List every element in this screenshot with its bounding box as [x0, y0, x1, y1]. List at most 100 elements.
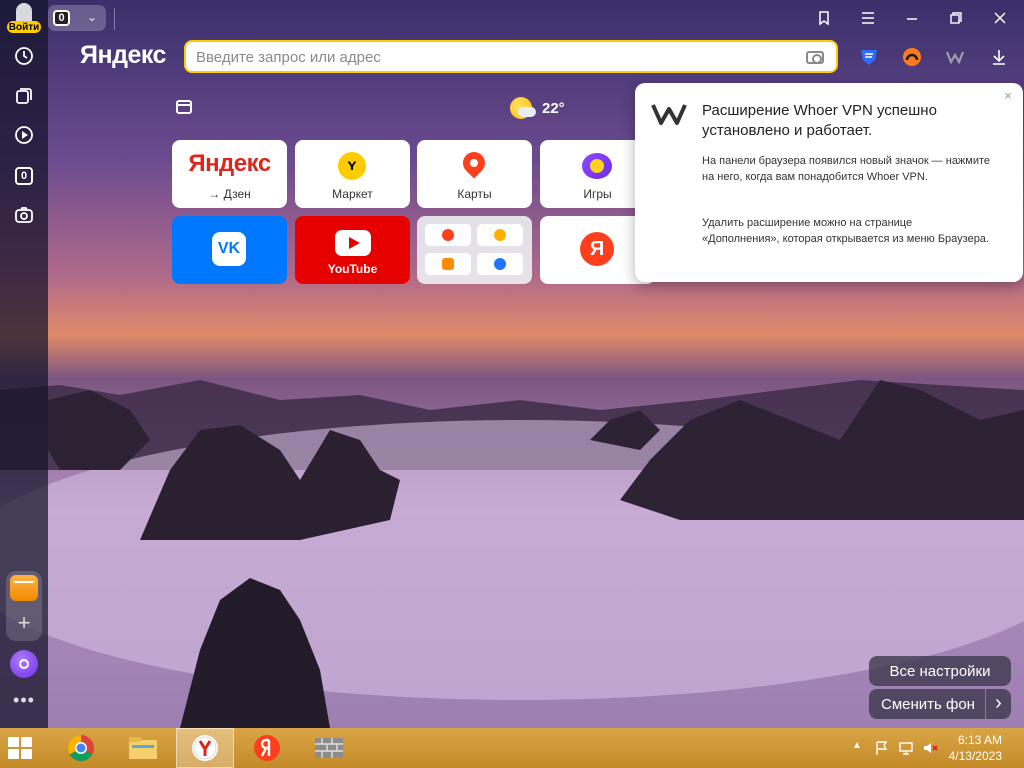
menu-button[interactable] — [854, 4, 882, 32]
add-panel-button[interactable]: + — [6, 609, 42, 637]
close-window-button[interactable] — [986, 4, 1014, 32]
yandex-wordmark-text: Яндекс — [188, 150, 271, 177]
action-center-flag-icon[interactable] — [874, 740, 890, 756]
yandex-browser-icon — [192, 735, 218, 761]
tile-yandex-dzen[interactable]: Яндекс → Дзен — [172, 140, 287, 208]
windows-taskbar: ▲ 6:13 AM 4/13/2023 — [0, 728, 1024, 768]
divider — [114, 8, 115, 30]
yandex-icon: Я — [580, 232, 614, 266]
popup-close-button[interactable]: × — [1001, 89, 1015, 103]
extension-installed-popup: Расширение Whoer VPN успешно установлено… — [635, 83, 1023, 282]
network-icon[interactable] — [898, 740, 914, 756]
shield-extension-icon — [861, 50, 877, 65]
chevron-down-icon: ⌄ — [86, 10, 98, 24]
tile-vk[interactable]: VK — [172, 216, 287, 284]
clock-icon — [15, 47, 33, 65]
download-icon — [993, 50, 1005, 65]
whoer-extension-icon — [945, 51, 965, 65]
vpn-extension-icon — [903, 48, 921, 66]
taskbar-yandex[interactable] — [238, 728, 296, 768]
clock-time: 6:13 AM — [957, 733, 1002, 747]
change-background-button[interactable]: Сменить фон › — [869, 689, 1011, 719]
minimize-icon — [907, 18, 917, 20]
more-button[interactable]: ••• — [10, 691, 38, 710]
tile-youtube[interactable]: YouTube — [295, 216, 410, 284]
media-button[interactable] — [8, 119, 40, 151]
tabs-dropdown[interactable]: 0 ⌄ — [48, 5, 106, 31]
vpn-extension-button[interactable] — [899, 44, 925, 70]
show-hidden-icons-icon[interactable]: ▲ — [852, 740, 862, 751]
clock-date: 4/13/2023 — [948, 749, 1002, 763]
downloads-button[interactable] — [986, 44, 1012, 70]
mail-icon[interactable] — [10, 575, 38, 601]
tile-label: Карты — [457, 187, 492, 201]
tile-label: YouTube — [327, 262, 378, 276]
mini-disk-icon — [477, 253, 523, 275]
tab-count-badge: 0 — [53, 10, 70, 26]
taskbar-yandex-browser[interactable] — [176, 728, 234, 768]
yandex-wordmark: Яндекс — [172, 150, 287, 178]
login-label: Войти — [7, 21, 41, 33]
screenshot-button[interactable] — [8, 199, 40, 231]
tile-market[interactable]: ʏ Маркет — [295, 140, 410, 208]
games-icon — [582, 153, 612, 179]
camera-icon — [15, 207, 33, 223]
restore-button[interactable] — [942, 4, 970, 32]
alice-icon — [19, 659, 29, 669]
alice-assistant-button[interactable] — [10, 650, 38, 678]
user-icon — [16, 3, 32, 23]
popup-paragraph-1: На панели браузера появился новый значок… — [702, 155, 991, 183]
play-icon — [15, 126, 33, 144]
tile-maps[interactable]: Карты — [417, 140, 532, 208]
tile-label: Маркет — [332, 187, 373, 201]
popup-paragraph-2: Удалить расширение можно на странице «До… — [702, 217, 989, 245]
mini-yandex-icon — [425, 224, 471, 246]
taskbar-firewall[interactable] — [300, 728, 358, 768]
vk-icon: VK — [212, 232, 246, 266]
tile-folder[interactable] — [417, 216, 532, 284]
camera-search-icon[interactable] — [806, 51, 824, 64]
address-bar[interactable] — [184, 40, 838, 73]
youtube-play-icon — [335, 230, 371, 256]
taskbar-file-explorer[interactable] — [114, 728, 172, 768]
weather-widget[interactable]: 22° — [510, 96, 565, 120]
windows-logo-icon — [8, 737, 19, 747]
tab-counter-icon: 0 — [15, 167, 33, 185]
start-button[interactable] — [8, 737, 32, 759]
yandex-icon — [254, 735, 280, 761]
search-input[interactable] — [196, 47, 796, 67]
bookmarks-button[interactable] — [810, 4, 838, 32]
map-pin-icon — [458, 147, 490, 179]
shield-extension-button[interactable] — [856, 44, 882, 70]
clock[interactable]: 6:13 AM 4/13/2023 — [932, 732, 1002, 764]
menu-icon — [862, 12, 874, 24]
whoer-extension-button[interactable] — [942, 44, 968, 70]
file-explorer-icon — [129, 737, 157, 759]
firewall-icon — [315, 738, 343, 758]
weather-partly-cloudy-icon — [510, 97, 536, 119]
bookmarks-icon — [819, 11, 829, 26]
tile-label: → Дзен — [208, 187, 251, 201]
market-icon: ʏ — [338, 152, 366, 180]
system-tray: ▲ 6:13 AM 4/13/2023 — [848, 728, 1024, 768]
login-button[interactable]: Войти — [7, 3, 41, 33]
mail-group: + — [6, 571, 42, 641]
temperature: 22° — [542, 99, 565, 117]
change-background-label: Сменить фон — [881, 695, 975, 713]
restore-icon — [950, 12, 962, 24]
widgets-toggle-icon[interactable] — [176, 100, 192, 114]
popup-title: Расширение Whoer VPN успешно установлено… — [702, 102, 937, 139]
taskbar-chrome[interactable] — [52, 728, 110, 768]
close-icon — [994, 12, 1006, 24]
all-settings-button[interactable]: Все настройки — [869, 656, 1011, 686]
mini-mail-icon — [425, 253, 471, 275]
yandex-logo[interactable]: Яндекс — [80, 41, 166, 70]
collections-button[interactable] — [8, 80, 40, 112]
mini-music-icon — [477, 224, 523, 246]
tabs-button[interactable]: 0 — [8, 160, 40, 192]
whoer-logo-icon — [651, 104, 687, 125]
history-button[interactable] — [8, 40, 40, 72]
chrome-icon — [67, 734, 94, 762]
minimize-button[interactable] — [898, 4, 926, 32]
chevron-right-icon[interactable]: › — [985, 689, 1011, 719]
